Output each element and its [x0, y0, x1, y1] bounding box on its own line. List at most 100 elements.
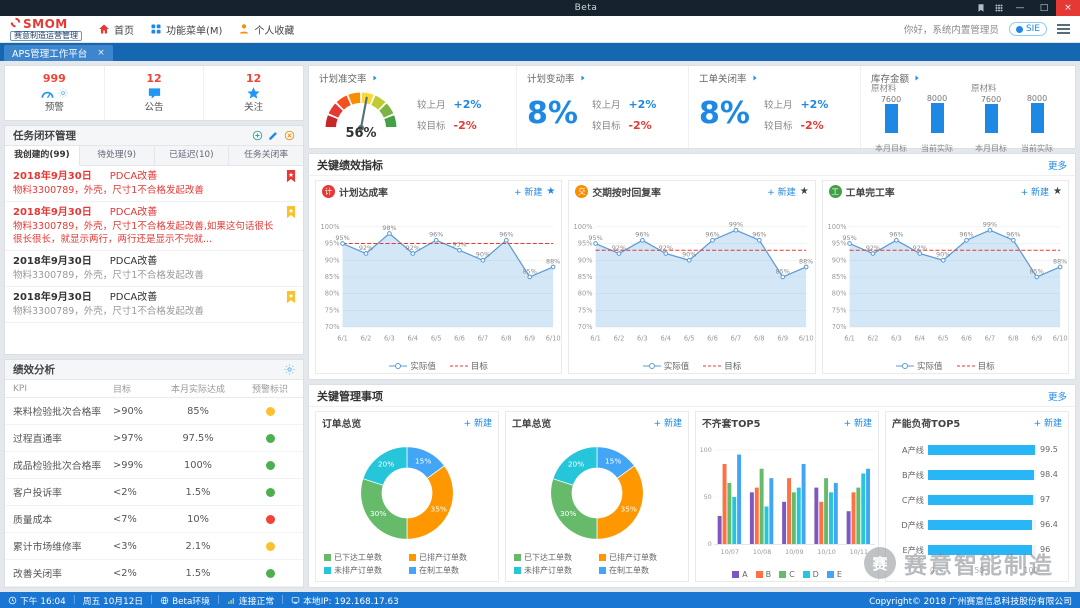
svg-text:6/7: 6/7 [478, 334, 489, 342]
quick-stats-panel: 999 预警 12 公告 12 关注 [4, 65, 304, 121]
add-task-icon[interactable] [252, 130, 263, 141]
task-tab[interactable]: 待处理(9) [79, 146, 155, 166]
inventory-group: 原材料 7600 本月目标 8000 当前实际 [871, 84, 957, 154]
kpi-row[interactable]: 成品检验批次合格率 >99% 100% [5, 452, 303, 479]
svg-text:100: 100 [699, 446, 711, 454]
kpi-row[interactable]: 质量成本 <7% 10% [5, 506, 303, 533]
settings-gear-icon[interactable] [284, 364, 295, 375]
maximize-button[interactable]: □ [1032, 0, 1056, 16]
task-tab[interactable]: 我创建的(99) [5, 146, 80, 166]
apps-grid-icon[interactable] [990, 0, 1008, 16]
edit-task-icon[interactable] [268, 130, 279, 141]
kpi-row[interactable]: 来料检验批次合格率 >90% 85% [5, 398, 303, 425]
svg-text:10/10: 10/10 [817, 548, 835, 556]
metric-value: 8% [699, 96, 750, 131]
tab-close-icon[interactable]: × [97, 48, 105, 58]
task-tab[interactable]: 任务关闭率 [229, 146, 303, 166]
task-item[interactable]: 2018年9月30日 PDCA改善 物料3300789，外壳，尺寸1不合格发起改善 [5, 166, 303, 202]
new-button[interactable]: + 新建 [1021, 185, 1049, 198]
close-button[interactable]: × [1056, 0, 1080, 16]
svg-text:6/2: 6/2 [361, 334, 372, 342]
svg-text:35%: 35% [431, 504, 447, 513]
kpi-row[interactable]: 累计市场维修率 <3% 2.1% [5, 533, 303, 560]
task-date: 2018年9月30日 [13, 256, 92, 267]
chart-legend: 已下达工单数 已排产订单数 未排产订单数 在制工单数 [316, 552, 498, 581]
svg-text:15%: 15% [415, 456, 431, 465]
svg-text:70%: 70% [578, 323, 593, 331]
kpi-row[interactable]: 过程直通率 >97% 97.5% [5, 425, 303, 452]
task-panel-header: 任务闭环管理 [5, 126, 303, 146]
mgmt-more-link[interactable]: 更多 [1048, 389, 1067, 403]
new-button[interactable]: + 新建 [514, 185, 542, 198]
new-button[interactable]: + 新建 [464, 416, 492, 429]
kpi-name: 客户投诉率 [13, 488, 62, 499]
svg-text:88%: 88% [799, 257, 813, 265]
status-environment[interactable]: Beta环境 [160, 594, 210, 607]
donut-chart: 15% 35% 30% 20% [360, 445, 454, 540]
star-icon[interactable]: ★ [546, 186, 555, 197]
kpi-section-card: 关键绩效指标 更多 计计划达成率 + 新建 ★ 70% 75% 80% 85% 90% 95% 1… [308, 153, 1076, 380]
svg-text:6/6: 6/6 [961, 334, 972, 342]
chart-legend: 实际值 目标 [823, 358, 1068, 373]
close-task-icon[interactable] [284, 130, 295, 141]
bookmark-ribbon-icon[interactable] [286, 206, 296, 219]
detail-icon[interactable] [751, 74, 759, 82]
legend-item: 已排产订单数 [599, 552, 680, 563]
detail-icon[interactable] [579, 74, 587, 82]
bookmark-ribbon-icon[interactable] [286, 170, 296, 183]
svg-text:6/8: 6/8 [754, 334, 765, 342]
hbar-label: B产线 [902, 469, 924, 480]
detail-icon[interactable] [913, 74, 921, 82]
task-description: 物料3300789，外壳，尺寸1不合格发起改善 [13, 185, 204, 196]
svg-text:20%: 20% [378, 459, 394, 468]
kpi-target: <7% [113, 513, 137, 525]
bookmark-ribbon-icon[interactable] [286, 291, 296, 304]
house-icon [98, 23, 110, 35]
new-button[interactable]: + 新建 [654, 416, 682, 429]
performance-panel-title: 绩效分析 [13, 364, 55, 376]
compare-stat: 较目标 -2% [591, 118, 652, 132]
overview-card: 计划准交率 56% 较上月 +2% 较目标 -2% 计划变动率 8% 较上月 +2% 较目标 -2% 工… [308, 65, 1076, 154]
kpi-chart-panel: 计计划达成率 + 新建 ★ 70% 75% 80% 85% 90% 95% 100% 95% 6/1 9… [315, 180, 563, 374]
stat-follows[interactable]: 12 关注 [203, 66, 303, 120]
bookmark-icon[interactable] [972, 0, 990, 16]
nav-menu[interactable]: 功能菜单(M) [150, 22, 222, 37]
new-button[interactable]: + 新建 [1034, 416, 1062, 429]
task-item[interactable]: 2018年9月30日 PDCA改善 物料3300789，外壳，尺寸1不合格发起改善,… [5, 202, 303, 251]
svg-text:96%: 96% [959, 231, 973, 239]
menu-icon[interactable] [1057, 24, 1070, 34]
svg-text:6/1: 6/1 [591, 334, 602, 342]
kpi-row[interactable]: 改善关闭率 <2% 1.5% [5, 560, 303, 587]
new-button[interactable]: + 新建 [844, 416, 872, 429]
detail-icon[interactable] [371, 74, 379, 82]
svg-text:30%: 30% [370, 509, 386, 518]
gear-icon[interactable] [58, 88, 68, 98]
tab-aps-platform[interactable]: APS管理工作平台 × [4, 45, 113, 61]
kpi-more-link[interactable]: 更多 [1048, 158, 1067, 172]
kpi-target: <2% [113, 486, 137, 498]
new-button[interactable]: + 新建 [767, 185, 795, 198]
mgmt-section-title: 关键管理事项 [317, 389, 383, 403]
task-item[interactable]: 2018年9月30日 PDCA改善 物料3300789，外壳，尺寸1不合格发起改善 [5, 251, 303, 287]
stat-announcements[interactable]: 12 公告 [103, 66, 204, 120]
svg-text:6/6: 6/6 [454, 334, 465, 342]
legend-item: 未排产订单数 [324, 565, 405, 576]
star-icon[interactable]: ★ [800, 186, 809, 197]
task-item[interactable]: 2018年9月30日 PDCA改善 物料3300789，外壳，尺寸1不合格发起改善 [5, 287, 303, 323]
kpi-name: 过程直通率 [13, 434, 62, 445]
svg-text:6/10: 6/10 [799, 334, 814, 342]
task-tab[interactable]: 已延迟(10) [154, 146, 230, 166]
nav-home[interactable]: 首页 [98, 22, 134, 37]
kpi-row[interactable]: 客户投诉率 <2% 1.5% [5, 479, 303, 506]
gauge-icon [40, 86, 55, 101]
language-toggle[interactable]: SIE [1008, 22, 1047, 36]
kpi-name: 改善关闭率 [13, 569, 62, 580]
stat-alerts[interactable]: 999 预警 [5, 66, 104, 120]
beta-label: Beta [574, 3, 598, 13]
minimize-button[interactable]: — [1008, 0, 1032, 16]
svg-text:90%: 90% [682, 251, 696, 259]
star-icon[interactable]: ★ [1053, 186, 1062, 197]
nav-favorites[interactable]: 个人收藏 [238, 22, 294, 37]
hbar-label: C产线 [901, 494, 924, 505]
svg-text:100%: 100% [827, 223, 846, 231]
